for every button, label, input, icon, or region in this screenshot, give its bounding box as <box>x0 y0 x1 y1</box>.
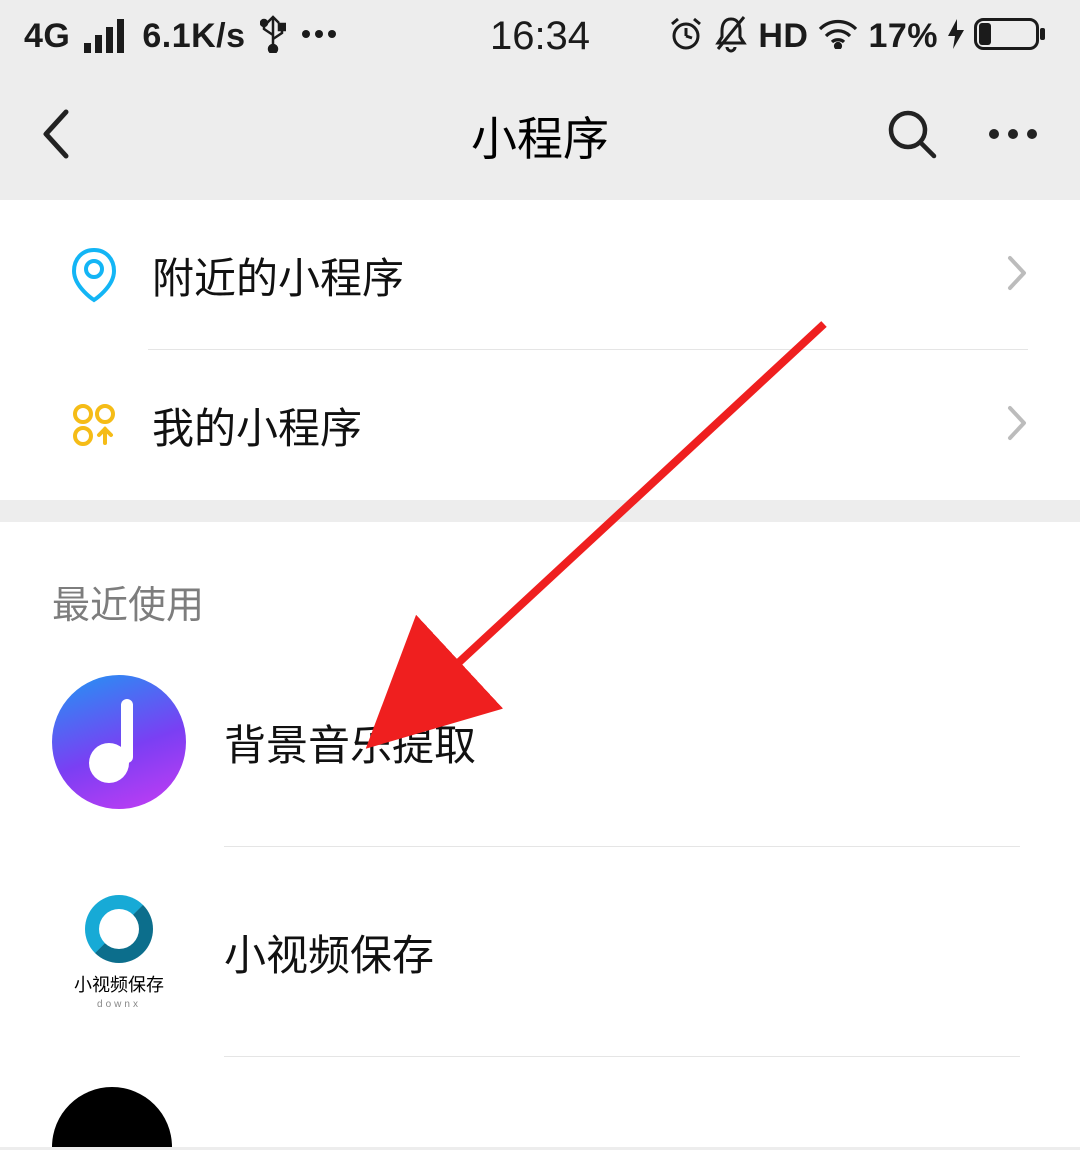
speed-label: 6.1K/s <box>142 17 245 56</box>
recent-app-row[interactable]: 背景音乐提取 <box>0 637 1080 847</box>
page-title: 小程序 <box>471 103 609 169</box>
video-app-icon: 小视频保存 downx <box>52 885 186 1019</box>
apps-icon <box>52 401 136 449</box>
music-app-icon <box>52 675 186 809</box>
recent-app-label: 背景音乐提取 <box>224 712 1028 773</box>
search-button[interactable] <box>886 108 938 165</box>
usb-icon <box>260 15 286 58</box>
hd-label: HD <box>758 17 808 56</box>
mute-icon <box>714 15 748 58</box>
location-icon <box>52 247 136 303</box>
recent-app-row[interactable]: 小视频保存 downx 小视频保存 <box>0 847 1080 1057</box>
alarm-icon <box>668 16 704 57</box>
recent-section: 最近使用 背景音乐提取 小视频保存 downx 小视频保存 <box>0 522 1080 1147</box>
wifi-icon <box>818 19 858 54</box>
signal-icon <box>84 19 128 53</box>
charging-icon <box>948 19 964 54</box>
more-button[interactable] <box>986 127 1040 146</box>
more-dots-icon <box>300 27 338 45</box>
battery-icon <box>974 18 1046 55</box>
nav-bar: 小程序 <box>0 72 1080 200</box>
video-icon-caption: 小视频保存 <box>74 971 164 997</box>
recent-header: 最近使用 <box>0 522 1080 637</box>
battery-percent: 17% <box>868 17 938 56</box>
video-icon-sub: downx <box>97 999 141 1010</box>
network-label: 4G <box>24 17 70 56</box>
chevron-right-icon <box>1006 404 1028 447</box>
nearby-mini-programs-row[interactable]: 附近的小程序 <box>0 200 1080 350</box>
recent-app-row[interactable] <box>0 1057 1080 1147</box>
my-mini-programs-row[interactable]: 我的小程序 <box>0 350 1080 500</box>
clock-time: 16:34 <box>490 14 590 59</box>
section-spacer <box>0 500 1080 522</box>
nearby-label: 附近的小程序 <box>152 245 1006 306</box>
top-menu-group: 附近的小程序 我的小程序 <box>0 200 1080 500</box>
back-button[interactable] <box>40 108 70 165</box>
chevron-right-icon <box>1006 254 1028 297</box>
mine-label: 我的小程序 <box>152 395 1006 456</box>
status-bar: 4G 6.1K/s 16:34 HD 17% <box>0 0 1080 72</box>
recent-app-label: 小视频保存 <box>224 922 1028 983</box>
dark-app-icon <box>52 1087 172 1147</box>
